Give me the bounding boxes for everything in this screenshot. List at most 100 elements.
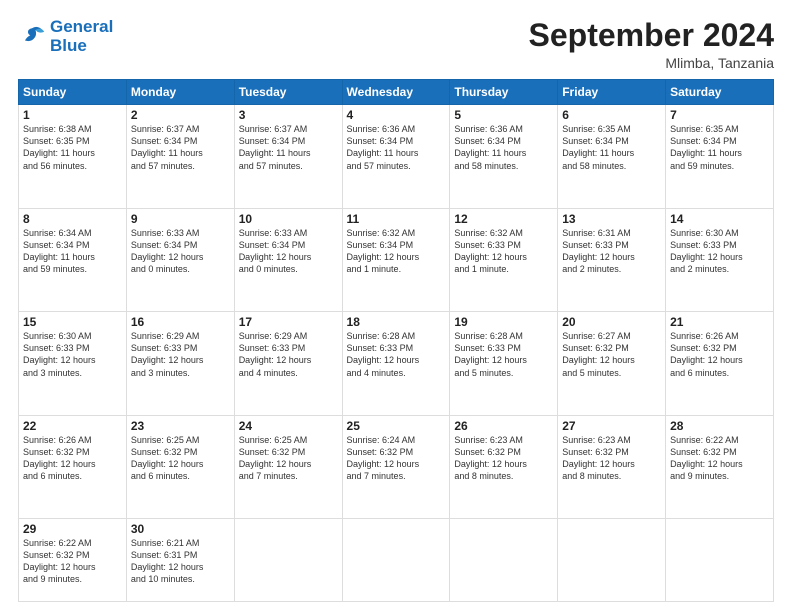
table-row: 21Sunrise: 6:26 AM Sunset: 6:32 PM Dayli…: [666, 312, 774, 415]
cell-info: Sunrise: 6:36 AM Sunset: 6:34 PM Dayligh…: [347, 123, 446, 172]
cell-info: Sunrise: 6:37 AM Sunset: 6:34 PM Dayligh…: [131, 123, 230, 172]
cell-info: Sunrise: 6:29 AM Sunset: 6:33 PM Dayligh…: [131, 330, 230, 379]
calendar-week-row: 1Sunrise: 6:38 AM Sunset: 6:35 PM Daylig…: [19, 105, 774, 208]
col-wednesday: Wednesday: [342, 80, 450, 105]
calendar-week-row: 29Sunrise: 6:22 AM Sunset: 6:32 PM Dayli…: [19, 519, 774, 602]
calendar-table: Sunday Monday Tuesday Wednesday Thursday…: [18, 79, 774, 602]
table-row: 16Sunrise: 6:29 AM Sunset: 6:33 PM Dayli…: [126, 312, 234, 415]
table-row: 9Sunrise: 6:33 AM Sunset: 6:34 PM Daylig…: [126, 208, 234, 311]
day-number: 13: [562, 212, 661, 226]
table-row: 22Sunrise: 6:26 AM Sunset: 6:32 PM Dayli…: [19, 415, 127, 518]
table-row: [234, 519, 342, 602]
day-number: 1: [23, 108, 122, 122]
location: Mlimba, Tanzania: [529, 55, 774, 71]
table-row: 7Sunrise: 6:35 AM Sunset: 6:34 PM Daylig…: [666, 105, 774, 208]
table-row: [558, 519, 666, 602]
table-row: 23Sunrise: 6:25 AM Sunset: 6:32 PM Dayli…: [126, 415, 234, 518]
day-number: 28: [670, 419, 769, 433]
logo-text: General Blue: [50, 18, 113, 55]
table-row: 10Sunrise: 6:33 AM Sunset: 6:34 PM Dayli…: [234, 208, 342, 311]
cell-info: Sunrise: 6:27 AM Sunset: 6:32 PM Dayligh…: [562, 330, 661, 379]
logo: General Blue: [18, 18, 113, 55]
table-row: [666, 519, 774, 602]
table-row: 18Sunrise: 6:28 AM Sunset: 6:33 PM Dayli…: [342, 312, 450, 415]
day-number: 7: [670, 108, 769, 122]
table-row: 29Sunrise: 6:22 AM Sunset: 6:32 PM Dayli…: [19, 519, 127, 602]
cell-info: Sunrise: 6:34 AM Sunset: 6:34 PM Dayligh…: [23, 227, 122, 276]
cell-info: Sunrise: 6:33 AM Sunset: 6:34 PM Dayligh…: [131, 227, 230, 276]
col-saturday: Saturday: [666, 80, 774, 105]
cell-info: Sunrise: 6:28 AM Sunset: 6:33 PM Dayligh…: [454, 330, 553, 379]
day-number: 25: [347, 419, 446, 433]
day-number: 27: [562, 419, 661, 433]
table-row: 30Sunrise: 6:21 AM Sunset: 6:31 PM Dayli…: [126, 519, 234, 602]
day-number: 19: [454, 315, 553, 329]
cell-info: Sunrise: 6:38 AM Sunset: 6:35 PM Dayligh…: [23, 123, 122, 172]
calendar-week-row: 15Sunrise: 6:30 AM Sunset: 6:33 PM Dayli…: [19, 312, 774, 415]
day-number: 8: [23, 212, 122, 226]
day-number: 17: [239, 315, 338, 329]
cell-info: Sunrise: 6:28 AM Sunset: 6:33 PM Dayligh…: [347, 330, 446, 379]
day-number: 23: [131, 419, 230, 433]
day-number: 12: [454, 212, 553, 226]
table-row: 24Sunrise: 6:25 AM Sunset: 6:32 PM Dayli…: [234, 415, 342, 518]
table-row: 17Sunrise: 6:29 AM Sunset: 6:33 PM Dayli…: [234, 312, 342, 415]
table-row: 2Sunrise: 6:37 AM Sunset: 6:34 PM Daylig…: [126, 105, 234, 208]
title-block: September 2024 Mlimba, Tanzania: [529, 18, 774, 71]
col-friday: Friday: [558, 80, 666, 105]
cell-info: Sunrise: 6:30 AM Sunset: 6:33 PM Dayligh…: [670, 227, 769, 276]
cell-info: Sunrise: 6:23 AM Sunset: 6:32 PM Dayligh…: [454, 434, 553, 483]
cell-info: Sunrise: 6:22 AM Sunset: 6:32 PM Dayligh…: [670, 434, 769, 483]
table-row: 6Sunrise: 6:35 AM Sunset: 6:34 PM Daylig…: [558, 105, 666, 208]
cell-info: Sunrise: 6:37 AM Sunset: 6:34 PM Dayligh…: [239, 123, 338, 172]
day-number: 26: [454, 419, 553, 433]
day-number: 30: [131, 522, 230, 536]
table-row: 4Sunrise: 6:36 AM Sunset: 6:34 PM Daylig…: [342, 105, 450, 208]
table-row: 13Sunrise: 6:31 AM Sunset: 6:33 PM Dayli…: [558, 208, 666, 311]
cell-info: Sunrise: 6:32 AM Sunset: 6:34 PM Dayligh…: [347, 227, 446, 276]
cell-info: Sunrise: 6:25 AM Sunset: 6:32 PM Dayligh…: [239, 434, 338, 483]
col-thursday: Thursday: [450, 80, 558, 105]
day-number: 5: [454, 108, 553, 122]
table-row: [450, 519, 558, 602]
day-number: 6: [562, 108, 661, 122]
table-row: 15Sunrise: 6:30 AM Sunset: 6:33 PM Dayli…: [19, 312, 127, 415]
col-tuesday: Tuesday: [234, 80, 342, 105]
month-title: September 2024: [529, 18, 774, 53]
day-number: 10: [239, 212, 338, 226]
table-row: 14Sunrise: 6:30 AM Sunset: 6:33 PM Dayli…: [666, 208, 774, 311]
page: General Blue September 2024 Mlimba, Tanz…: [0, 0, 792, 612]
table-row: 12Sunrise: 6:32 AM Sunset: 6:33 PM Dayli…: [450, 208, 558, 311]
cell-info: Sunrise: 6:35 AM Sunset: 6:34 PM Dayligh…: [562, 123, 661, 172]
table-row: 25Sunrise: 6:24 AM Sunset: 6:32 PM Dayli…: [342, 415, 450, 518]
logo-bird-icon: [18, 23, 46, 51]
col-monday: Monday: [126, 80, 234, 105]
calendar-week-row: 8Sunrise: 6:34 AM Sunset: 6:34 PM Daylig…: [19, 208, 774, 311]
day-number: 3: [239, 108, 338, 122]
header: General Blue September 2024 Mlimba, Tanz…: [18, 18, 774, 71]
day-number: 15: [23, 315, 122, 329]
day-number: 9: [131, 212, 230, 226]
cell-info: Sunrise: 6:31 AM Sunset: 6:33 PM Dayligh…: [562, 227, 661, 276]
day-number: 2: [131, 108, 230, 122]
calendar-week-row: 22Sunrise: 6:26 AM Sunset: 6:32 PM Dayli…: [19, 415, 774, 518]
day-number: 18: [347, 315, 446, 329]
day-number: 24: [239, 419, 338, 433]
table-row: 3Sunrise: 6:37 AM Sunset: 6:34 PM Daylig…: [234, 105, 342, 208]
table-row: [342, 519, 450, 602]
day-number: 16: [131, 315, 230, 329]
cell-info: Sunrise: 6:32 AM Sunset: 6:33 PM Dayligh…: [454, 227, 553, 276]
cell-info: Sunrise: 6:35 AM Sunset: 6:34 PM Dayligh…: [670, 123, 769, 172]
cell-info: Sunrise: 6:29 AM Sunset: 6:33 PM Dayligh…: [239, 330, 338, 379]
cell-info: Sunrise: 6:24 AM Sunset: 6:32 PM Dayligh…: [347, 434, 446, 483]
table-row: 28Sunrise: 6:22 AM Sunset: 6:32 PM Dayli…: [666, 415, 774, 518]
day-number: 22: [23, 419, 122, 433]
cell-info: Sunrise: 6:25 AM Sunset: 6:32 PM Dayligh…: [131, 434, 230, 483]
cell-info: Sunrise: 6:21 AM Sunset: 6:31 PM Dayligh…: [131, 537, 230, 586]
day-number: 20: [562, 315, 661, 329]
table-row: 8Sunrise: 6:34 AM Sunset: 6:34 PM Daylig…: [19, 208, 127, 311]
day-number: 11: [347, 212, 446, 226]
cell-info: Sunrise: 6:22 AM Sunset: 6:32 PM Dayligh…: [23, 537, 122, 586]
day-number: 29: [23, 522, 122, 536]
cell-info: Sunrise: 6:26 AM Sunset: 6:32 PM Dayligh…: [23, 434, 122, 483]
